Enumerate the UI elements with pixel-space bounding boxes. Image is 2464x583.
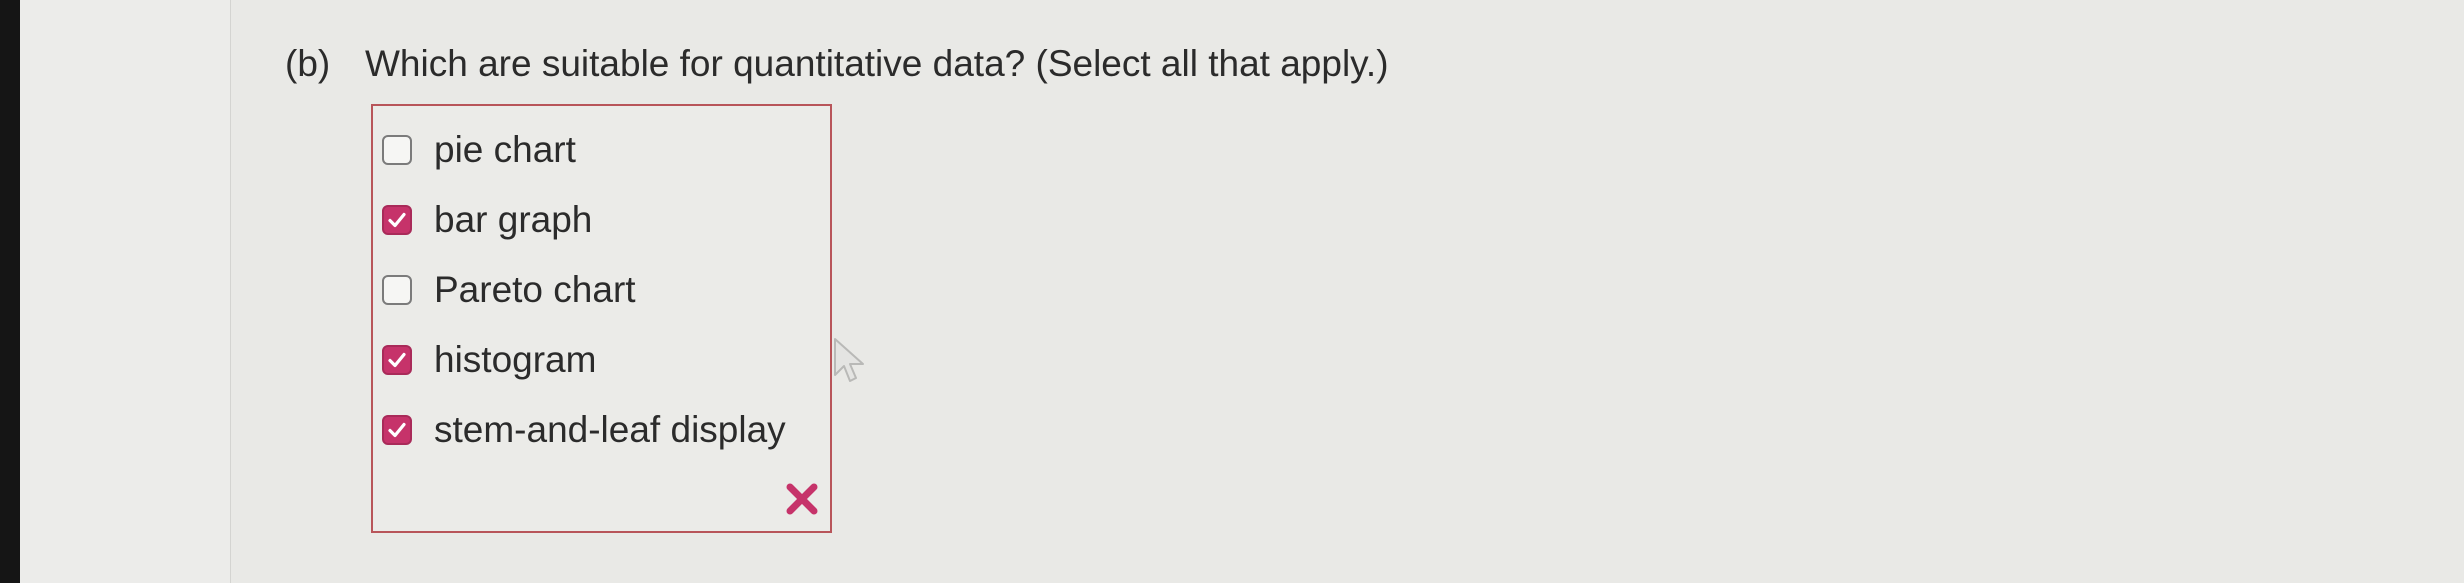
option-label: stem-and-leaf display xyxy=(434,409,786,450)
option-label: pie chart xyxy=(434,129,576,170)
checkbox-histogram[interactable] xyxy=(382,345,412,375)
option-histogram[interactable]: histogram xyxy=(382,336,596,384)
option-label: Pareto chart xyxy=(434,269,636,310)
option-label: histogram xyxy=(434,339,597,380)
question-part-label: (b) xyxy=(285,43,331,84)
checkmark-icon xyxy=(388,422,406,438)
left-gutter xyxy=(20,0,231,583)
checkbox-stem-and-leaf-display[interactable] xyxy=(382,415,412,445)
option-stem-and-leaf-display[interactable]: stem-and-leaf display xyxy=(382,406,786,454)
mouse-cursor-icon xyxy=(834,338,864,382)
question-text: Which are suitable for quantitative data… xyxy=(365,43,1389,84)
left-edge xyxy=(0,0,20,583)
checkmark-icon xyxy=(388,352,406,368)
option-pareto-chart[interactable]: Pareto chart xyxy=(382,266,636,314)
checkmark-icon xyxy=(388,212,406,228)
checkbox-bar-graph[interactable] xyxy=(382,205,412,235)
checkbox-pareto-chart[interactable] xyxy=(382,275,412,305)
checkbox-pie-chart[interactable] xyxy=(382,135,412,165)
option-pie-chart[interactable]: pie chart xyxy=(382,126,576,174)
question: (b) Which are suitable for quantitative d… xyxy=(285,40,1389,88)
option-label: bar graph xyxy=(434,199,593,240)
incorrect-x-icon xyxy=(786,483,818,515)
answer-box: pie chart bar graph Pareto chart histogr… xyxy=(371,104,832,533)
option-bar-graph[interactable]: bar graph xyxy=(382,196,592,244)
